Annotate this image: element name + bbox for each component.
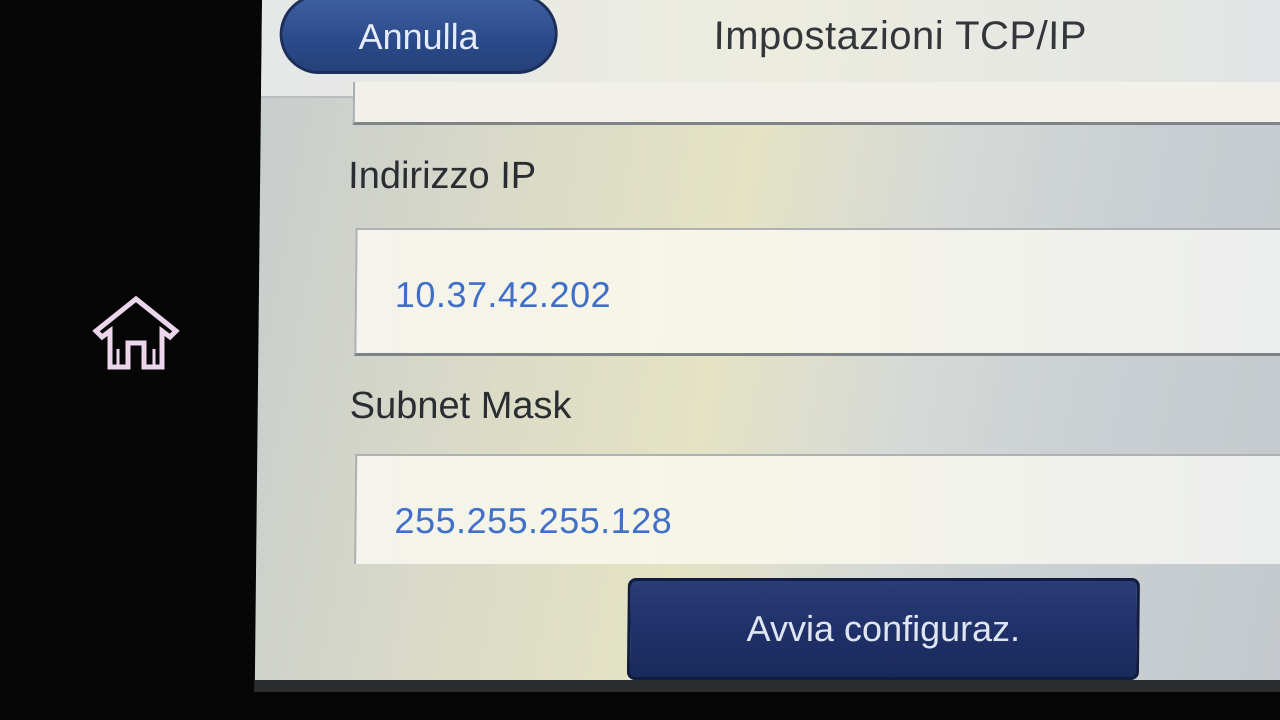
subnet-mask-field[interactable]: 255.255.255.128 — [354, 454, 1280, 564]
screen-bottom-edge — [254, 680, 1280, 692]
printer-screen: Annulla Impostazioni TCP/IP Indirizzo IP… — [254, 0, 1280, 692]
start-setup-button[interactable]: Avvia configuraz. — [626, 578, 1140, 680]
cancel-button[interactable]: Annulla — [279, 0, 559, 74]
home-button[interactable] — [88, 292, 184, 374]
ip-address-field[interactable]: 10.37.42.202 — [354, 228, 1280, 356]
subnet-mask-value: 255.255.255.128 — [394, 500, 673, 541]
previous-field-partial[interactable] — [352, 82, 1280, 125]
ip-address-value: 10.37.42.202 — [394, 274, 612, 315]
ip-address-label: Indirizzo IP — [347, 155, 537, 197]
page-title: Impostazioni TCP/IP — [713, 14, 1088, 58]
home-icon — [92, 295, 180, 370]
subnet-mask-label: Subnet Mask — [349, 385, 572, 427]
